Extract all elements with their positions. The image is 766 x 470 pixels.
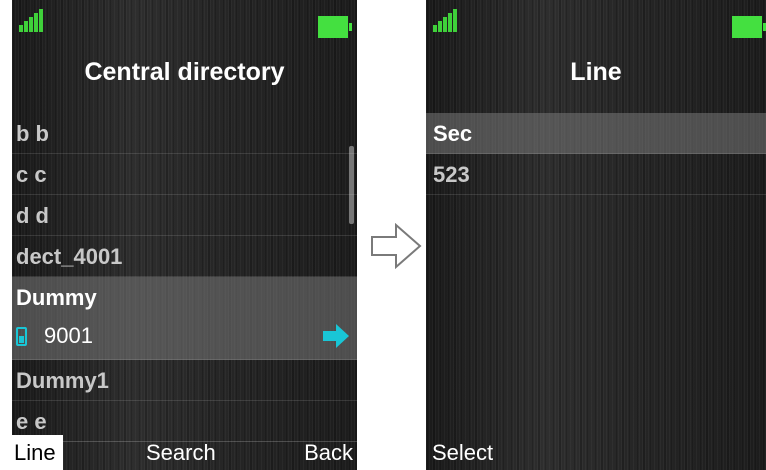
list-item-selected[interactable]: Sec bbox=[426, 113, 766, 154]
line-list: Sec 523 bbox=[426, 113, 766, 195]
list-item[interactable]: Dummy1 bbox=[12, 360, 357, 401]
list-item-label: Sec bbox=[433, 121, 473, 146]
list-item-label: 523 bbox=[433, 162, 470, 187]
list-item-label: d d bbox=[16, 203, 49, 228]
phone-icon bbox=[16, 326, 27, 346]
softkey-search-button[interactable]: Search bbox=[146, 440, 216, 466]
contact-number-row: 9001 bbox=[16, 323, 93, 349]
line-screen: Line Sec 523 Select bbox=[426, 0, 766, 470]
list-item[interactable]: b b bbox=[12, 113, 357, 154]
softkey-line-button[interactable]: Line bbox=[12, 435, 63, 470]
arrow-right-outline-icon bbox=[371, 223, 422, 269]
screen-title: Line bbox=[570, 58, 622, 86]
softkey-bar: Select bbox=[426, 433, 766, 470]
list-item[interactable]: dect_4001 bbox=[12, 236, 357, 277]
list-item-label: b b bbox=[16, 121, 49, 146]
list-item-selected[interactable]: Dummy 9001 bbox=[12, 277, 357, 360]
list-item-label: e e bbox=[16, 409, 47, 434]
softkey-back-button[interactable]: Back bbox=[304, 440, 353, 466]
directory-list: b b c c d d dect_4001 Dummy 9001 Dummy1 … bbox=[12, 113, 357, 442]
battery-icon bbox=[732, 16, 766, 38]
list-item-label: c c bbox=[16, 162, 47, 187]
list-item[interactable]: d d bbox=[12, 195, 357, 236]
central-directory-screen: Central directory b b c c d d dect_4001 … bbox=[12, 0, 357, 470]
softkey-select-button[interactable]: Select bbox=[432, 440, 493, 466]
softkey-bar: Line Search Back bbox=[12, 433, 357, 470]
softkey-line-label: Line bbox=[14, 440, 56, 465]
battery-icon bbox=[318, 16, 352, 38]
signal-icon bbox=[433, 9, 461, 32]
screen-title: Central directory bbox=[84, 58, 285, 86]
list-item-label: dect_4001 bbox=[16, 244, 123, 269]
arrow-right-icon[interactable] bbox=[321, 321, 351, 351]
contact-number: 9001 bbox=[44, 323, 93, 348]
list-item[interactable]: 523 bbox=[426, 154, 766, 195]
signal-icon bbox=[19, 9, 47, 32]
list-item[interactable]: c c bbox=[12, 154, 357, 195]
list-item-label: Dummy bbox=[16, 285, 97, 310]
list-item-label: Dummy1 bbox=[16, 368, 109, 393]
